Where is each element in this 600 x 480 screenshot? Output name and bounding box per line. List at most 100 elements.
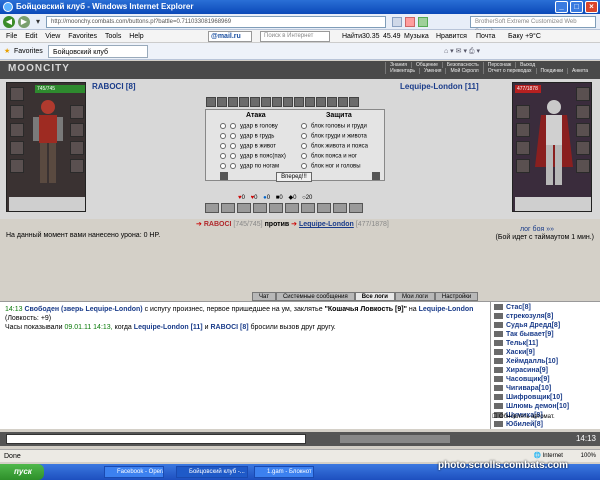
weather-link[interactable]: Баку +9°C [508, 30, 541, 43]
vs-left-name[interactable]: RABOCI [204, 221, 232, 228]
attack-chest-option[interactable]: удар в грудь [220, 133, 274, 140]
browser-tab[interactable]: Бойцовский клуб [48, 45, 148, 58]
likes-link[interactable]: Нравится [436, 30, 467, 43]
block-head-chest-option[interactable]: блок головы и груди [301, 123, 367, 130]
toolbar-commands-icon[interactable]: ⌂ ▾ ✉ ▾ ⎙ ▾ [444, 43, 480, 60]
chat-toolbar-icons[interactable] [340, 435, 450, 443]
opponent-armor-slot[interactable] [516, 141, 530, 155]
user-item[interactable]: Шлюмь демон[10] [494, 402, 597, 411]
gloves-slot[interactable] [70, 105, 84, 119]
tab-all-logs[interactable]: Все логи [354, 292, 395, 301]
task-combats[interactable]: Бойцовский клуб -... [176, 466, 248, 478]
task-notepad[interactable]: 1.gam - Блокнот [254, 466, 314, 478]
minimize-button[interactable]: _ [555, 1, 568, 13]
spell-icon[interactable] [294, 97, 304, 107]
refresh-icon[interactable] [418, 17, 428, 27]
music-link[interactable]: Музыка [404, 30, 429, 43]
armor-slot[interactable] [10, 141, 24, 155]
spell-icon[interactable] [305, 97, 315, 107]
action-icon[interactable] [205, 203, 219, 213]
shield-slot[interactable] [70, 123, 84, 137]
back-button[interactable]: ◀ [3, 16, 15, 28]
action-icon[interactable] [333, 203, 347, 213]
opponent-helmet-slot[interactable] [516, 105, 530, 119]
mailru-logo[interactable]: @mail.ru [208, 31, 252, 42]
weapon-slot[interactable] [10, 123, 24, 137]
user-item[interactable]: Хаски[9] [494, 348, 597, 357]
action-icon[interactable] [349, 203, 363, 213]
tab-chat[interactable]: Чат [252, 292, 276, 301]
spell-icon[interactable] [349, 97, 359, 107]
opponent-boots-slot[interactable] [576, 159, 590, 173]
tab-settings[interactable]: Настройки [434, 292, 479, 301]
block-chest-belly-option[interactable]: блок груди и живота [301, 133, 367, 140]
attack-legs-option[interactable]: удар по ногам [220, 163, 279, 170]
belt-slot[interactable] [10, 159, 24, 173]
action-icon[interactable] [317, 203, 331, 213]
left-belt-items[interactable] [9, 197, 85, 211]
user-item[interactable]: Хирасина[9] [494, 366, 597, 375]
user-item[interactable]: Часовщик[9] [494, 375, 597, 384]
spell-icon[interactable] [228, 97, 238, 107]
action-icon[interactable] [253, 203, 267, 213]
action-icon[interactable] [237, 203, 251, 213]
menu-help[interactable]: Help [129, 33, 143, 40]
auto-update-checkbox[interactable]: ☐ Обновлять автомат. [492, 413, 555, 420]
menu-edit[interactable]: Edit [25, 33, 37, 40]
tab-my-logs[interactable]: Мои логи [394, 292, 435, 301]
recent-pages-icon[interactable]: ▾ [33, 16, 43, 28]
user-item[interactable]: Судья Дредд[8] [494, 321, 597, 330]
vs-right-name[interactable]: Lequipe-London [299, 221, 354, 228]
user-item[interactable]: Юбилей[8] [494, 420, 597, 429]
stop-icon[interactable] [405, 17, 415, 27]
maximize-button[interactable]: □ [570, 1, 583, 13]
user-item[interactable]: Тельк[11] [494, 339, 597, 348]
attack-groin-option[interactable]: удар в пояс(пах) [220, 153, 286, 160]
opponent-belt-slot[interactable] [516, 159, 530, 173]
user-item[interactable]: Стас[8] [494, 303, 597, 312]
tab-system[interactable]: Системные сообщения [275, 292, 355, 301]
user-item[interactable]: Так бывает[9] [494, 330, 597, 339]
opponent-ring-slot[interactable] [576, 141, 590, 155]
spell-icon[interactable] [327, 97, 337, 107]
opponent-weapon-slot[interactable] [516, 123, 530, 137]
nav-inventory[interactable]: Инвентарь [385, 68, 419, 74]
menu-favorites[interactable]: Favorites [68, 33, 97, 40]
user-item[interactable]: Хеймдалль[10] [494, 357, 597, 366]
close-button[interactable]: × [585, 1, 598, 13]
opponent-amulet-slot[interactable] [576, 87, 590, 101]
opponent-gloves-slot[interactable] [576, 105, 590, 119]
mail-link[interactable]: Почта [476, 30, 495, 43]
nav-profile[interactable]: Анкета [567, 68, 592, 74]
forward-button[interactable]: ▶ [18, 16, 30, 28]
attack-belly-option[interactable]: удар в живот [220, 143, 276, 150]
web-search-input[interactable]: BrotherSoft Extreme Customized Web Searc… [470, 16, 596, 35]
action-icon[interactable] [269, 203, 283, 213]
nav-fights[interactable]: Поединки [535, 68, 568, 74]
spell-icon[interactable] [261, 97, 271, 107]
action-icon[interactable] [301, 203, 315, 213]
chat-nick[interactable]: Свободен (зверь Lequipe-London) [24, 306, 142, 313]
nav-skills[interactable]: Умения [419, 68, 445, 74]
attack-head-option[interactable]: удар в голову [220, 123, 278, 130]
spell-icon[interactable] [338, 97, 348, 107]
block-waist-legs-option[interactable]: блок пояса и ног [301, 153, 357, 160]
refresh-fight-icon[interactable] [220, 172, 228, 180]
helmet-slot[interactable] [10, 87, 24, 101]
opponent-shield-slot[interactable] [576, 123, 590, 137]
spell-icon[interactable] [250, 97, 260, 107]
action-icon[interactable] [285, 203, 299, 213]
attack-go-button[interactable]: Вперед!!! [276, 172, 312, 182]
favorites-button[interactable]: Favorites [14, 43, 43, 60]
block-belly-waist-option[interactable]: блок живота и пояса [301, 143, 368, 150]
spell-icon[interactable] [316, 97, 326, 107]
left-player-name[interactable]: RABOCI [8] [92, 82, 136, 91]
user-item[interactable]: Чигивара[10] [494, 384, 597, 393]
start-button[interactable]: пуск [0, 464, 44, 480]
menu-tools[interactable]: Tools [105, 33, 121, 40]
amulet-slot[interactable] [10, 105, 24, 119]
chat-input[interactable] [6, 434, 306, 444]
battle-log-link[interactable]: лог боя »» [520, 226, 554, 233]
spell-icon[interactable] [283, 97, 293, 107]
user-item[interactable]: Шифровщик[10] [494, 393, 597, 402]
